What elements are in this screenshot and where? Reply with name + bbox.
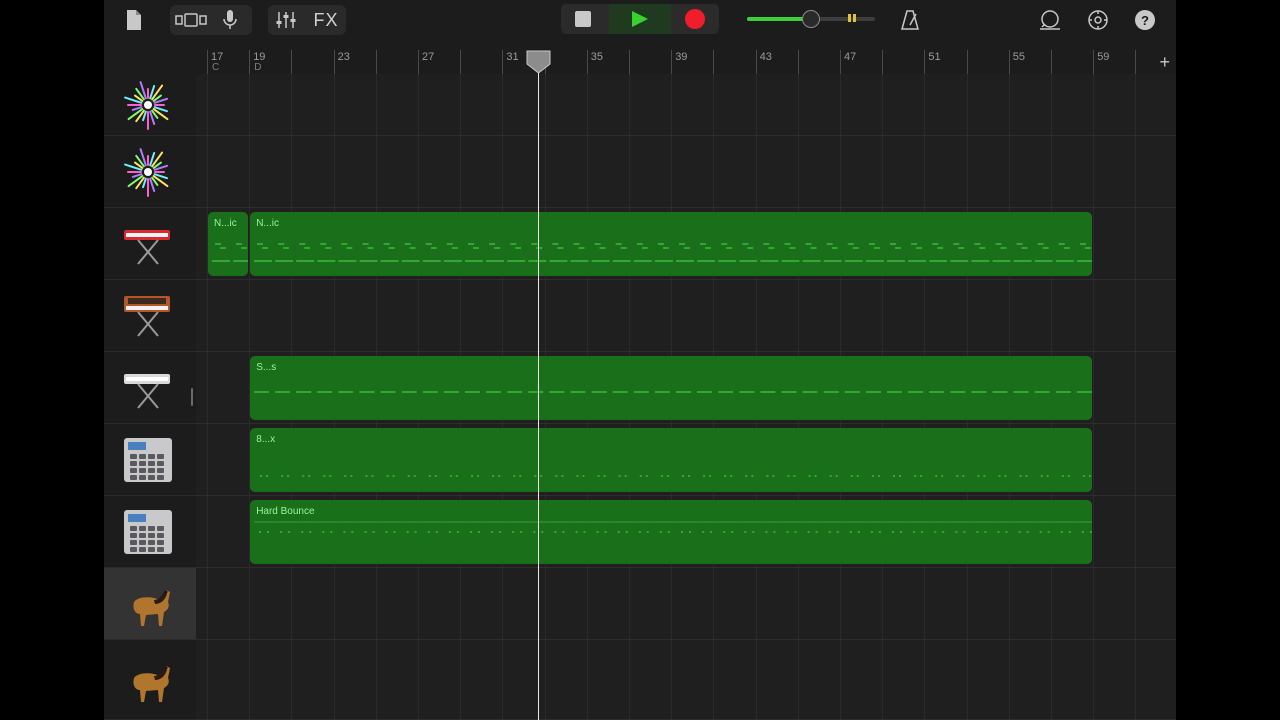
track-header[interactable] [104,352,196,424]
track-header[interactable] [104,136,196,208]
level-meter-right [853,14,856,22]
ruler-tick [1008,50,1010,74]
ruler-bar-number: 39 [675,51,688,63]
ruler-tick [249,50,251,74]
dog-icon [120,576,176,637]
ruler-section-label: D [254,62,262,73]
master-volume-knob[interactable] [802,10,820,28]
ruler-tick [502,50,504,74]
ruler-bar-number: 59 [1097,51,1110,63]
drum-machine-icon [120,432,176,493]
region-label: N...ic [256,218,279,229]
timeline-ruler[interactable]: 17 19 23 27 31 35 39 43 47 51 55 59 C D + [104,50,1176,74]
ruler-bar-number: 31 [506,51,519,63]
ruler-tick [671,50,673,74]
track-lane[interactable] [196,568,1176,640]
region[interactable]: S...s [250,356,1093,420]
play-icon [632,11,648,27]
track-header[interactable] [104,568,196,640]
fireworks-fx-icon [120,77,176,138]
region[interactable]: N...ic [208,212,249,276]
ruler-tick [333,50,335,74]
keyboard-white-icon [120,360,176,421]
ruler-tick [460,50,462,74]
playhead-handle[interactable] [526,50,551,74]
play-button[interactable] [609,4,671,34]
track-header[interactable] [104,74,196,136]
region-label: 8...x [256,434,276,445]
ruler-tick [291,50,293,74]
ruler-bar-number: 47 [844,51,857,63]
ruler-bar-number: 27 [422,51,435,63]
loop-browser-icon[interactable] [1037,5,1063,35]
ruler-tick [207,50,208,74]
ruler-tick [629,50,630,74]
track-lanes[interactable]: N...ic N...ic S...s 8...x Hard Bounce [196,74,1176,720]
help-icon[interactable]: ? [1133,5,1157,35]
ruler-bar-number: 51 [928,51,941,63]
dog-icon [120,652,176,713]
stop-icon[interactable] [575,11,591,27]
microphone-icon[interactable] [218,5,242,35]
region[interactable]: N...ic [250,212,1093,276]
fireworks-fx-icon [120,144,176,205]
track-lane[interactable] [196,74,1176,136]
transport-controls [561,4,719,34]
svg-text:?: ? [1141,13,1149,28]
region-label: N...ic [214,218,237,229]
track-header[interactable] [104,424,196,496]
settings-icon[interactable] [1085,5,1111,35]
record-icon[interactable] [685,9,705,29]
region-label: Hard Bounce [256,506,315,517]
synth-keyboard-icon [120,288,176,349]
region[interactable]: 8...x [250,428,1093,492]
garageband-tracks-view: FX ? 17 19 23 27 31 35 39 43 47 51 55 59 C D [104,0,1176,720]
document-icon[interactable] [122,5,146,35]
ruler-tick [966,50,968,74]
region-label: S...s [256,362,277,373]
drum-machine-icon [120,504,176,565]
ruler-tick [586,50,588,74]
ruler-tick [1051,50,1052,74]
toolbar: FX ? [104,0,1176,50]
ruler-tick [882,50,884,74]
playhead-line [538,62,539,720]
metronome-icon[interactable] [897,5,923,35]
ruler-section-label: C [212,62,220,73]
region[interactable]: Hard Bounce [250,500,1093,564]
track-headers [104,64,196,720]
track-lane[interactable] [196,640,1176,720]
ruler-tick [375,50,377,74]
fx-button[interactable]: FX [310,5,342,35]
ruler-tick [1135,50,1137,74]
scroll-indicator [191,388,193,406]
level-meter-left [848,14,851,22]
track-header[interactable] [104,640,196,720]
track-header[interactable] [104,280,196,352]
track-lane[interactable] [196,136,1176,208]
track-lane[interactable] [196,280,1176,352]
ruler-bar-number: 23 [337,51,350,63]
add-section-button[interactable]: + [1159,52,1170,73]
mixer-icon[interactable] [272,5,300,35]
ruler-bar-number: 43 [759,51,772,63]
track-header[interactable] [104,208,196,280]
ruler-tick [418,50,419,74]
ruler-tick [1093,50,1095,74]
ruler-tick [713,50,715,74]
keyboard-red-icon [120,216,176,277]
ruler-bar-number: 35 [590,51,604,63]
ruler-tick [840,50,841,74]
ruler-bar-number: 55 [1012,51,1026,63]
ruler-tick [755,50,757,74]
view-toggle-icon[interactable] [174,5,208,35]
ruler-tick [924,50,926,74]
ruler-tick [797,50,799,74]
track-header[interactable] [104,496,196,568]
